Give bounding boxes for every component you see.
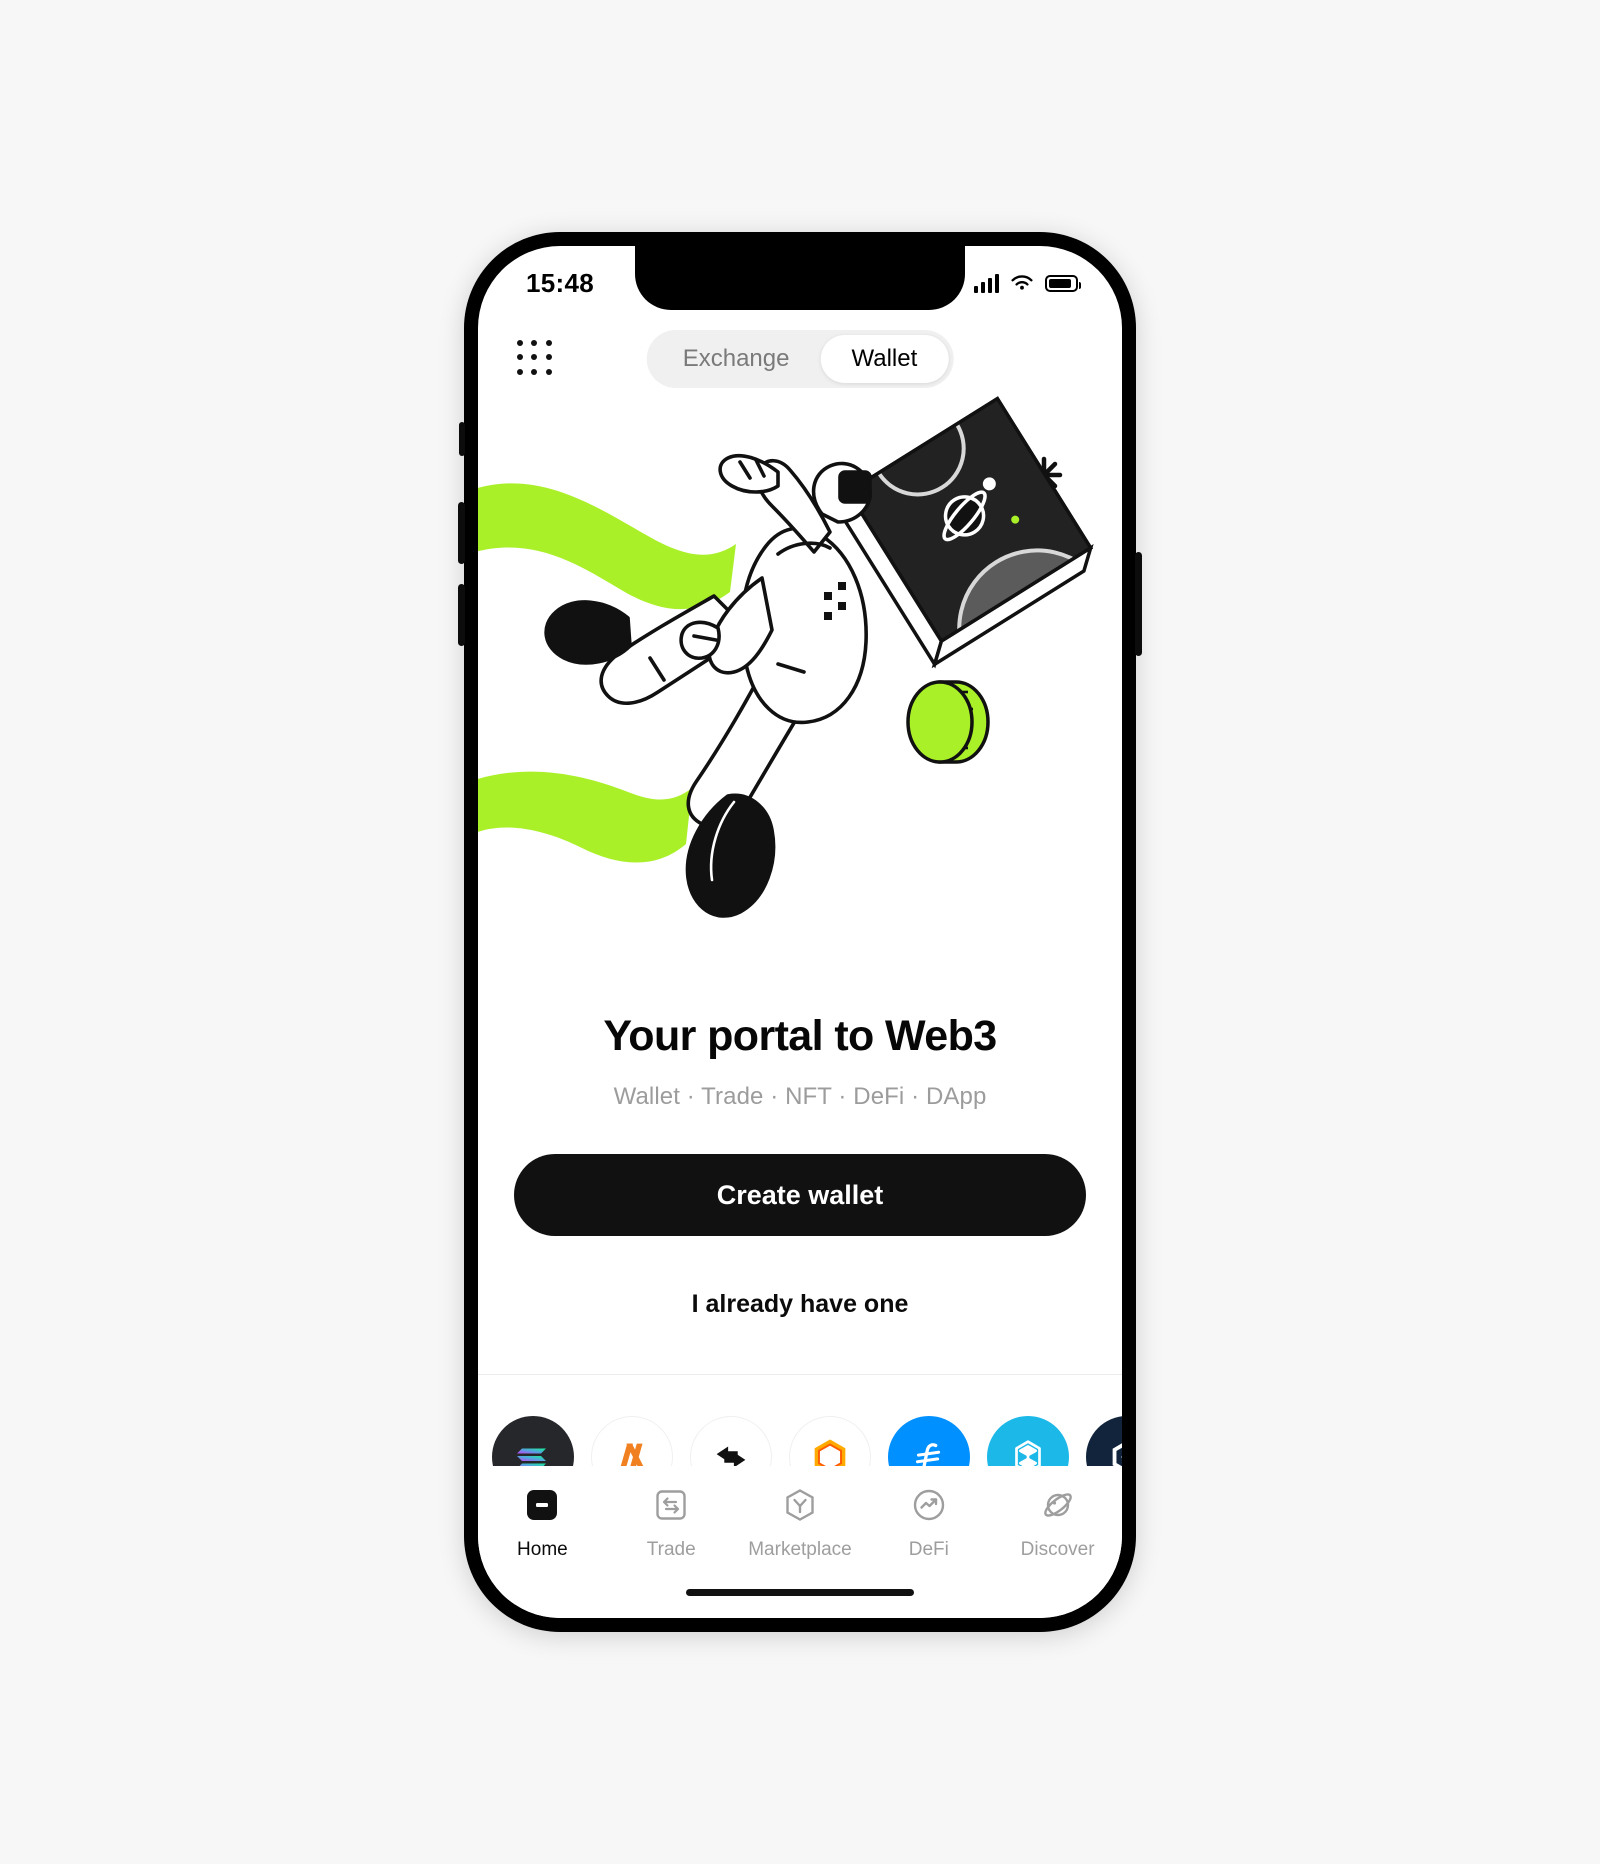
tab-discover[interactable]: Discover bbox=[993, 1484, 1122, 1561]
hero-copy: Your portal to Web3 Wallet · Trade · NFT… bbox=[478, 1012, 1122, 1111]
create-wallet-button[interactable]: Create wallet bbox=[514, 1154, 1086, 1236]
green-ribbon-bottom-left bbox=[478, 771, 692, 863]
tab-defi[interactable]: DeFi bbox=[864, 1484, 993, 1561]
cta-group: Create wallet I already have one bbox=[478, 1154, 1122, 1333]
tab-home[interactable]: Home bbox=[478, 1484, 607, 1561]
volume-down-button[interactable] bbox=[458, 584, 465, 646]
tab-exchange[interactable]: Exchange bbox=[652, 335, 821, 383]
green-ribbon-top-left bbox=[478, 483, 736, 610]
tab-discover-label: Discover bbox=[1020, 1539, 1095, 1560]
i-already-have-one-link[interactable]: I already have one bbox=[514, 1276, 1086, 1333]
defi-icon bbox=[908, 1484, 950, 1526]
page-title: Your portal to Web3 bbox=[603, 1012, 997, 1060]
tab-home-label: Home bbox=[517, 1539, 568, 1560]
cellular-signal-icon bbox=[973, 273, 999, 293]
page-subtitle: Wallet · Trade · NFT · DeFi · DApp bbox=[613, 1083, 987, 1110]
section-divider bbox=[478, 1374, 1122, 1375]
power-button[interactable] bbox=[1135, 552, 1142, 656]
exchange-wallet-segmented-control[interactable]: Exchange Wallet bbox=[646, 330, 954, 388]
status-time: 15:48 bbox=[526, 267, 594, 298]
marketplace-icon bbox=[779, 1484, 821, 1526]
trade-icon bbox=[650, 1484, 692, 1526]
phone-frame: 15:48 Exchange Wallet Your portal to Web… bbox=[458, 232, 1142, 1632]
discover-icon bbox=[1037, 1484, 1079, 1526]
volume-up-button[interactable] bbox=[458, 502, 465, 564]
home-indicator[interactable] bbox=[686, 1589, 914, 1596]
tab-trade[interactable]: Trade bbox=[607, 1484, 736, 1561]
status-bar: 15:48 bbox=[478, 246, 1122, 310]
tab-trade-label: Trade bbox=[646, 1539, 696, 1560]
apps-grid-icon[interactable] bbox=[512, 335, 560, 383]
tab-marketplace-label: Marketplace bbox=[748, 1539, 852, 1560]
phone-screen: 15:48 Exchange Wallet Your portal to Web… bbox=[478, 246, 1122, 1618]
top-bar: Exchange Wallet bbox=[478, 320, 1122, 398]
battery-icon bbox=[1045, 274, 1081, 292]
screenshot-stage: 15:48 Exchange Wallet Your portal to Web… bbox=[0, 0, 1600, 1864]
wifi-icon bbox=[1011, 275, 1033, 290]
status-icon-group bbox=[973, 273, 1081, 293]
astronaut-floating-illustration bbox=[478, 396, 1122, 996]
tab-marketplace[interactable]: Marketplace bbox=[736, 1484, 865, 1561]
tab-defi-label: DeFi bbox=[908, 1539, 949, 1560]
tab-wallet[interactable]: Wallet bbox=[820, 335, 949, 383]
green-coin bbox=[906, 680, 990, 764]
home-icon bbox=[521, 1484, 563, 1526]
mute-switch[interactable] bbox=[459, 422, 465, 456]
